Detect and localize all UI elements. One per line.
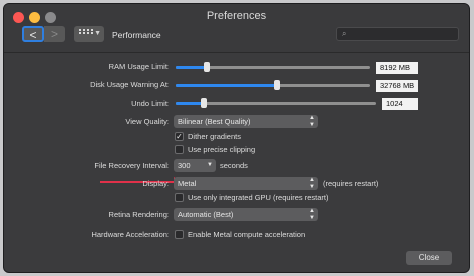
integrated-gpu-label: Use only integrated GPU (requires restar…: [188, 193, 329, 202]
undo-limit-value[interactable]: 1024: [382, 98, 418, 110]
back-button[interactable]: <: [22, 26, 44, 42]
disk-warning-slider[interactable]: [176, 80, 370, 90]
recovery-interval-select[interactable]: 300 ▼: [174, 159, 216, 172]
hw-acceleration-label: Hardware Acceleration:: [91, 230, 169, 239]
recovery-interval-value: 300: [178, 161, 191, 170]
retina-rendering-value: Automatic (Best): [178, 210, 234, 219]
display-select[interactable]: Metal ▲ ▼: [174, 177, 318, 190]
dither-label: Dither gradients: [188, 132, 241, 141]
ram-usage-slider-knob[interactable]: [204, 62, 211, 72]
recovery-interval-label: File Recovery Interval:: [94, 161, 169, 170]
precise-clipping-checkbox[interactable]: [175, 145, 184, 154]
recovery-interval-unit: seconds: [220, 161, 248, 170]
undo-limit-slider-knob[interactable]: [201, 98, 207, 108]
display-label: Display:: [142, 179, 169, 188]
view-quality-label: View Quality:: [125, 117, 169, 126]
ram-usage-value[interactable]: 8192 MB: [376, 62, 418, 74]
chevron-down-icon: ▼: [207, 162, 213, 168]
undo-limit-label: Undo Limit:: [131, 99, 169, 108]
view-quality-value: Bilinear (Best Quality): [178, 117, 251, 126]
retina-rendering-select[interactable]: Automatic (Best) ▲ ▼: [174, 208, 318, 221]
hw-acceleration-checkbox-label: Enable Metal compute acceleration: [188, 230, 306, 239]
integrated-gpu-checkbox[interactable]: [175, 193, 184, 202]
titlebar: Preferences < > ▼ Performance ⌕: [4, 4, 469, 53]
search-icon: ⌕: [342, 29, 347, 38]
preferences-window: Preferences < > ▼ Performance ⌕ RAM Usag…: [3, 3, 470, 273]
undo-limit-slider[interactable]: [176, 98, 376, 108]
undo-limit-slider-fill: [176, 102, 204, 105]
updown-chevron-icon: ▲ ▼: [309, 177, 315, 190]
retina-rendering-label: Retina Rendering:: [108, 210, 169, 219]
disk-warning-slider-knob[interactable]: [273, 80, 280, 90]
window-title: Preferences: [206, 10, 267, 22]
ram-usage-slider[interactable]: [176, 62, 370, 72]
view-quality-select[interactable]: Bilinear (Best Quality) ▲ ▼: [174, 115, 318, 128]
disk-warning-slider-fill: [176, 84, 277, 87]
forward-button[interactable]: >: [44, 26, 65, 42]
display-value: Metal: [178, 179, 197, 188]
ram-usage-label: RAM Usage Limit:: [108, 62, 169, 71]
dither-checkbox[interactable]: ✓: [175, 132, 184, 141]
display-restart-note: (requires restart): [323, 179, 379, 188]
grid-icon: [79, 29, 93, 34]
hw-acceleration-checkbox[interactable]: [175, 230, 184, 239]
disk-warning-value[interactable]: 32768 MB: [376, 80, 418, 92]
ram-usage-slider-fill: [176, 66, 208, 69]
section-title: Performance: [112, 30, 161, 40]
search-field[interactable]: ⌕: [336, 27, 459, 41]
close-button[interactable]: Close: [406, 251, 452, 265]
updown-chevron-icon: ▲ ▼: [309, 208, 315, 221]
disk-warning-label: Disk Usage Warning At:: [90, 80, 169, 89]
precise-clipping-label: Use precise clipping: [188, 145, 256, 154]
show-all-button[interactable]: ▼: [74, 26, 104, 42]
chevron-down-icon: ▼: [94, 30, 101, 37]
updown-chevron-icon: ▲ ▼: [309, 115, 315, 128]
